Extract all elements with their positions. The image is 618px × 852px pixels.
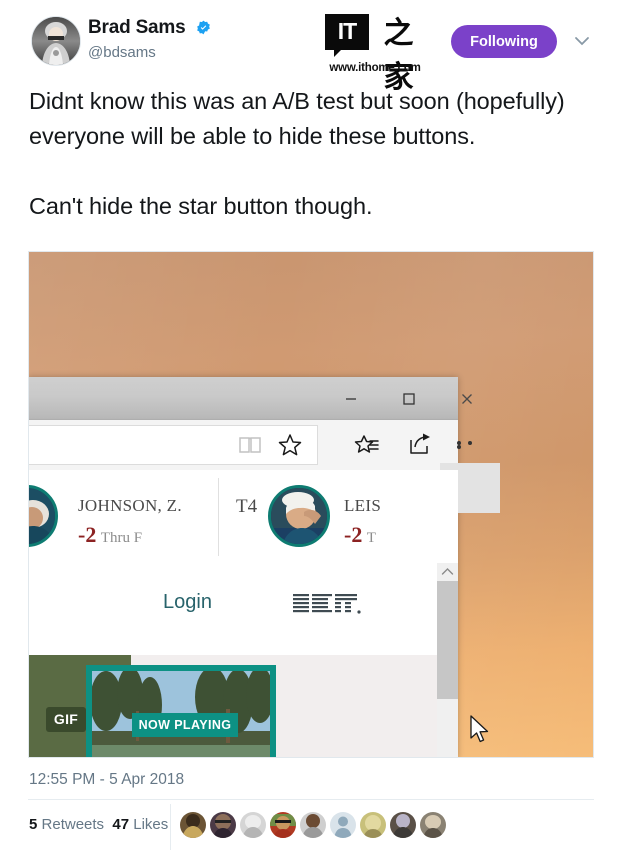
golf-leaderboard-row: JOHNSON, Z. -2 Thru F T4 LEIS -2 T — [29, 470, 458, 564]
player-thru-1: Thru F — [100, 530, 143, 546]
minimize-icon[interactable] — [324, 377, 378, 420]
ibm-logo — [293, 593, 361, 617]
liker-avatar[interactable] — [420, 812, 446, 838]
liker-avatar[interactable] — [390, 812, 416, 838]
login-link[interactable]: Login — [163, 591, 212, 614]
player-score-1: -2 — [78, 522, 97, 547]
book-reading-view-icon[interactable] — [236, 431, 264, 459]
player-avatar-2 — [268, 485, 330, 547]
like-label[interactable]: Likes — [133, 816, 168, 833]
window-titlebar — [29, 377, 472, 420]
player-avatar-1 — [29, 485, 58, 547]
close-icon[interactable] — [440, 377, 494, 420]
following-button[interactable]: Following — [451, 25, 557, 58]
gif-badge: GIF — [46, 707, 86, 732]
tweet-timestamp: 12:55 PM - 5 Apr 2018 — [29, 771, 185, 788]
share-icon[interactable] — [406, 431, 434, 459]
address-bar[interactable] — [29, 425, 318, 465]
now-playing-label: NOW PLAYING — [132, 713, 238, 737]
like-count[interactable]: 47 — [112, 816, 129, 833]
page-scrollbar[interactable] — [437, 563, 458, 757]
maximize-icon[interactable] — [382, 377, 436, 420]
player-name-1: JOHNSON, Z. — [78, 496, 182, 515]
leaderboard-cell-1: JOHNSON, Z. -2 Thru F — [58, 470, 208, 563]
retweet-label[interactable]: Retweets — [42, 816, 105, 833]
author-handle[interactable]: @bdsams — [88, 44, 156, 62]
liker-avatar[interactable] — [270, 812, 296, 838]
tweet-header: Brad Sams @bdsams IT 之家 www.ithome.com F… — [0, 0, 618, 95]
liker-avatar[interactable] — [180, 812, 206, 838]
player-thru-2: T — [366, 530, 376, 546]
star-icon[interactable] — [276, 431, 304, 459]
footer-divider — [28, 799, 594, 800]
favorites-hub-icon[interactable] — [353, 431, 381, 459]
site-login-strip: Login — [29, 563, 458, 656]
leaderboard-cell-2: T4 LEIS -2 T — [220, 470, 440, 563]
now-playing-card[interactable]: NOW PLAYING — [86, 665, 276, 757]
tweet-media-screenshot[interactable]: JOHNSON, Z. -2 Thru F T4 LEIS -2 T Login… — [28, 251, 594, 758]
tweet-text: Didnt know this was an A/B test but soon… — [29, 88, 565, 219]
ithome-logo-cn: 之家 — [383, 16, 414, 95]
chevron-down-icon[interactable] — [573, 34, 591, 48]
more-ellipsis-icon[interactable] — [457, 441, 487, 449]
liker-avatar[interactable] — [330, 812, 356, 838]
display-name: Brad Sams — [88, 17, 186, 38]
player-name-2: LEIS — [344, 496, 382, 515]
leaderboard-divider — [218, 478, 219, 556]
retweet-count[interactable]: 5 — [29, 816, 37, 833]
avatar[interactable] — [31, 16, 81, 66]
edge-browser-window: JOHNSON, Z. -2 Thru F T4 LEIS -2 T Login… — [29, 377, 500, 757]
edge-page-content: JOHNSON, Z. -2 Thru F T4 LEIS -2 T Login… — [29, 470, 458, 757]
player-score-2: -2 — [344, 522, 363, 547]
stats-divider — [170, 804, 171, 850]
chevron-up-icon[interactable] — [437, 563, 458, 581]
liker-avatar[interactable] — [240, 812, 266, 838]
ithome-logo-mark: IT — [325, 14, 369, 57]
liker-avatar[interactable] — [210, 812, 236, 838]
scrollbar-thumb[interactable] — [437, 581, 458, 699]
verified-check-icon — [196, 20, 211, 35]
promo-strip: GIF NOW PLAYING — [29, 655, 458, 757]
liker-facepile — [180, 812, 460, 840]
ithome-url: www.ithome.com — [329, 62, 421, 74]
engagement-stats: 5 Retweets 47 Likes — [29, 816, 168, 833]
tweet-card: Brad Sams @bdsams IT 之家 www.ithome.com F… — [0, 0, 618, 852]
ithome-watermark: IT 之家 www.ithome.com — [325, 14, 425, 95]
liker-avatar[interactable] — [360, 812, 386, 838]
player-position-2: T4 — [236, 496, 258, 517]
author-name-row[interactable]: Brad Sams — [88, 17, 211, 39]
liker-avatar[interactable] — [300, 812, 326, 838]
